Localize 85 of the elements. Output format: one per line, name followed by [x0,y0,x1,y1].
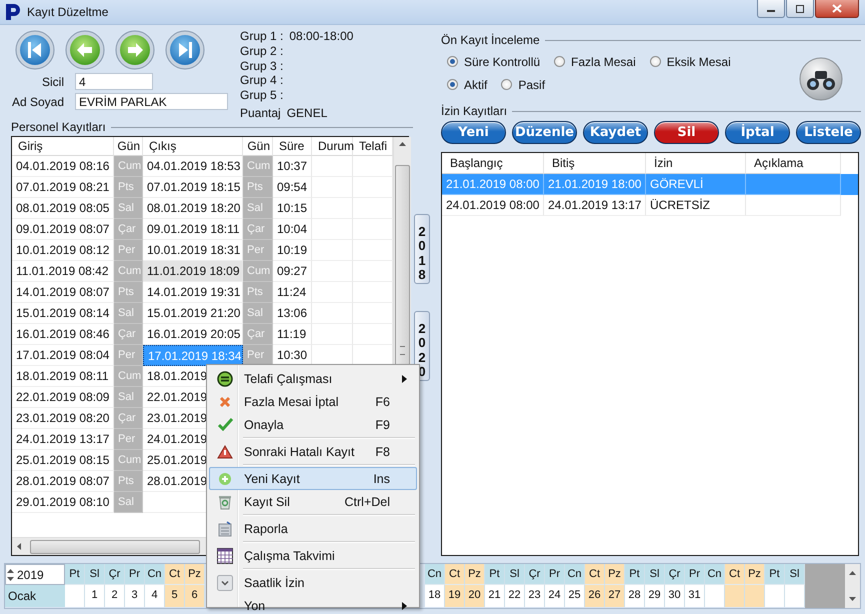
table-cell: GÖREVLİ [646,174,746,195]
day-cell: Pts [114,282,143,303]
weekday-header: Pr [545,564,565,585]
weekday-header: Pr [125,564,145,585]
table-cell: 11:19 [273,324,312,345]
weekday-header: Cn [145,564,165,585]
table-cell: 10:19 [273,240,312,261]
day-cell: Pts [243,177,273,198]
weekday-header: Pz [745,564,765,585]
weekday-header: Sl [645,564,665,585]
weekday-header: Sl [505,564,525,585]
weekday-header: Cn [565,564,585,585]
day-cell: Pts [114,177,143,198]
day-cell: Pts [243,282,273,303]
weekday-header: Çr [105,564,125,585]
day-cell: Per [243,345,273,366]
weekday-header: Sl [785,564,805,585]
day-cell: Sal [114,198,143,219]
group-label: Grup 1 : [240,29,284,44]
section-title: Personel Kayıtları [11,120,106,134]
group-value: 08:00-18:00 [289,29,354,44]
day-cell: Çar [243,324,273,345]
day-cell: Per [243,240,273,261]
day-cell: Per [114,345,143,366]
day-cell: Sal [243,303,273,324]
weekday-header: Çr [525,564,545,585]
table-cell: 21.01.2019 18:00 [544,174,646,195]
weekday-header: Pz [465,564,485,585]
table-cell: 11:24 [273,282,312,303]
day-cell: Cum [114,450,143,471]
table-cell: 21.01.2019 08:00 [442,174,544,195]
weekday-header: Pt [765,564,785,585]
table-cell: 11.01.2019 18:09 [143,261,243,282]
day-cell: Per [114,240,143,261]
table-cell: 24.01.2019 13:17 [544,195,646,216]
day-cell: Çar [114,408,143,429]
table-cell: 17.01.2019 18:34 [143,345,243,366]
puantaj-label: Puantaj [240,106,281,121]
month-label: Ocak [5,585,65,607]
table-cell: 09:54 [273,177,312,198]
weekday-header: Ct [725,564,745,585]
weekday-header: Pt [65,564,85,585]
day-cell: Pts [114,471,143,492]
table-cell: 10:37 [273,156,312,177]
weekday-header: Sl [85,564,105,585]
day-cell: Cum [114,261,143,282]
day-cell: Sal [114,303,143,324]
weekday-header: Çr [665,564,685,585]
puantaj-value: GENEL [286,106,328,121]
group-label: Grup 3 : [240,58,284,74]
section-title: İzin Kayıtları [441,104,508,118]
day-cell: Çar [243,219,273,240]
day-cell: Cum [243,156,273,177]
day-cell: Cum [114,366,143,387]
weekday-header: Ct [165,564,185,585]
day-cell: Cum [114,156,143,177]
weekday-header: Pr [685,564,705,585]
day-cell: Sal [114,387,143,408]
table-cell: 13:06 [273,303,312,324]
day-cell: Çar [114,219,143,240]
window-title: Kayıt Düzeltme [27,5,108,19]
field-label: Ad Soyad [10,94,64,108]
field-label: Sicil [40,74,64,88]
weekday-header: Ct [445,564,465,585]
section-title: Ön Kayıt İnceleme [441,33,540,47]
table-cell: 09:27 [273,261,312,282]
group-label: Grup 5 : [240,88,284,103]
weekday-header: Cn [425,564,445,585]
group-label: Grup 4 : [240,73,284,88]
weekday-header: Cn [705,564,725,585]
day-cell: Sal [243,198,273,219]
day-cell: Cum [243,261,273,282]
table-cell: ÜCRETSİZ [646,195,746,216]
weekday-header: Ct [585,564,605,585]
table-cell: 24.01.2019 08:00 [442,195,544,216]
weekday-header: Pt [485,564,505,585]
day-cell: Per [114,429,143,450]
table-cell: 10:04 [273,219,312,240]
weekday-header: Pz [185,564,205,585]
table-cell: 10:15 [273,198,312,219]
day-cell: Çar [114,324,143,345]
weekday-header: Pz [605,564,625,585]
day-cell: Sal [114,492,143,513]
weekday-header: Pt [625,564,645,585]
group-label: Grup 2 : [240,44,284,59]
